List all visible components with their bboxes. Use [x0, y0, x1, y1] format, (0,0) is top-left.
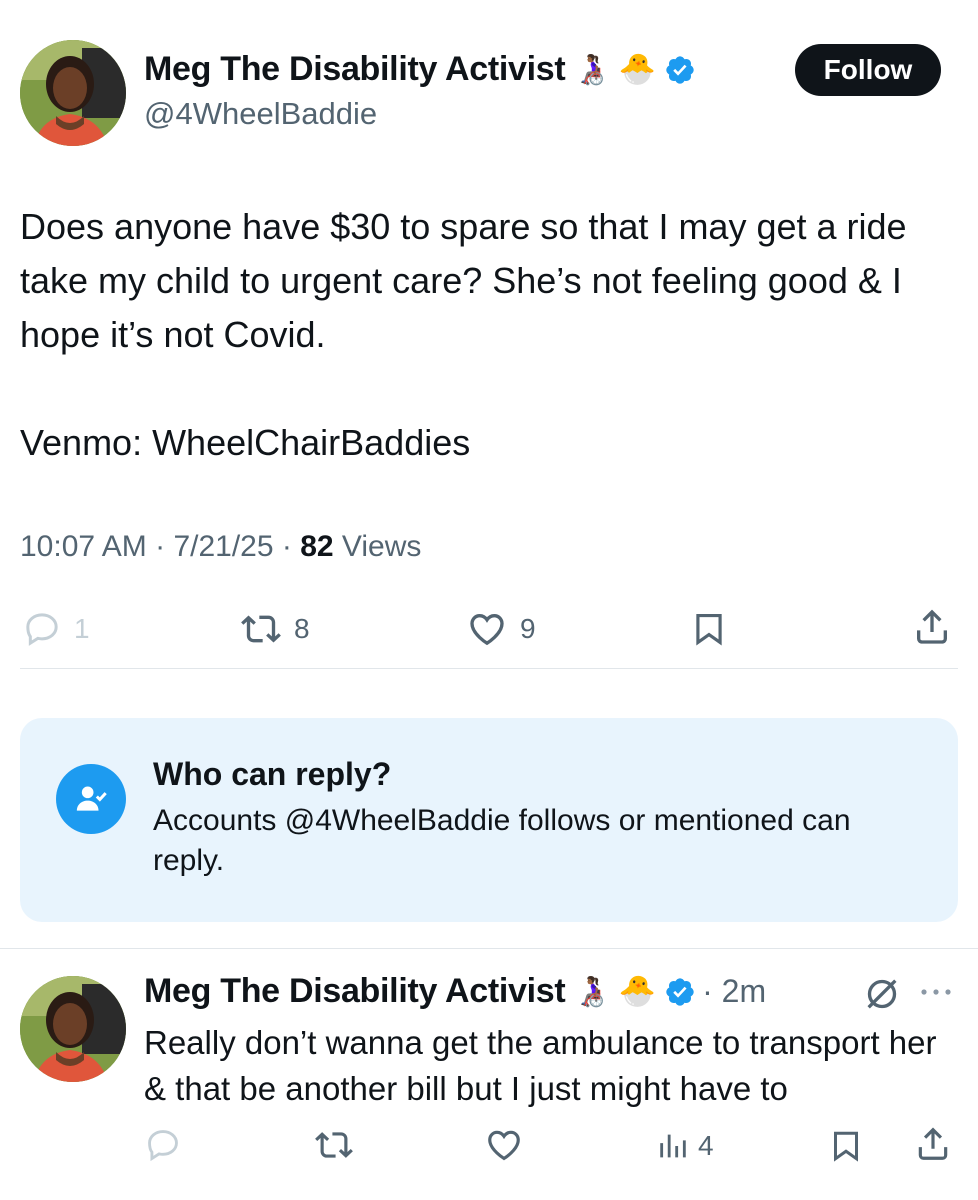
reply-count: 1 [74, 613, 90, 644]
verified-badge-icon[interactable] [664, 976, 696, 1008]
reply-icon [26, 613, 58, 646]
reply-icon [148, 1130, 178, 1162]
author-display-name[interactable]: Meg The Disability Activist [144, 50, 566, 89]
verified-badge-icon[interactable] [664, 54, 696, 86]
hatching-chick-emoji: 🐣 [618, 973, 657, 1009]
share-action[interactable] [912, 606, 952, 648]
reply-divider [0, 948, 978, 949]
retweet-count: 8 [294, 613, 310, 644]
heart-icon [470, 613, 504, 646]
reply-bookmark-action[interactable] [828, 1126, 864, 1166]
retweet-action[interactable]: 8 [240, 609, 310, 649]
follow-button[interactable]: Follow [795, 44, 941, 96]
bookmark-action[interactable] [690, 608, 728, 650]
heart-icon [488, 1130, 520, 1161]
tweet-time[interactable]: 10:07 AM [20, 530, 147, 563]
like-count: 9 [520, 613, 536, 644]
reply-author-display-name[interactable]: Meg The Disability Activist [144, 972, 566, 1011]
reply-action[interactable]: 1 [22, 609, 90, 649]
like-action[interactable]: 9 [466, 609, 536, 649]
analytics-icon [660, 1134, 686, 1158]
more-options-icon[interactable] [918, 980, 954, 1009]
tweet-date[interactable]: 7/21/25 [173, 530, 273, 563]
meta-separator: · [146, 530, 174, 563]
meta-separator: · [273, 530, 301, 563]
tweet-text: Does anyone have $30 to spare so that I … [20, 206, 907, 463]
reply-text: Really don’t wanna get the ambulance to … [144, 1024, 937, 1107]
share-icon [917, 609, 947, 644]
reply-time-ago[interactable]: · 2m [702, 973, 766, 1010]
retweet-icon [241, 615, 281, 643]
author-avatar[interactable] [20, 40, 126, 146]
views-count: 82 [300, 530, 334, 563]
reply-views-action[interactable]: 4 [656, 1128, 714, 1164]
reply-author-avatar[interactable] [20, 976, 126, 1082]
views-label: Views [333, 530, 422, 563]
reply-reply-action[interactable] [144, 1126, 182, 1164]
retweet-icon [315, 1132, 353, 1158]
bookmark-icon [696, 613, 722, 646]
actions-divider [20, 668, 958, 669]
tweet-meta: 10:07 AM · 7/21/25 · 82 Views [20, 530, 421, 564]
wheelchair-emoji: 👩🏾‍🦽 [573, 973, 611, 1009]
author-name-row: Meg The Disability Activist 👩🏾‍🦽 🐣 [144, 50, 696, 89]
reply-retweet-action[interactable] [314, 1126, 354, 1164]
wheelchair-emoji: 👩🏾‍🦽 [573, 51, 611, 87]
share-icon [918, 1127, 948, 1160]
author-handle[interactable]: @4WheelBaddie [144, 96, 377, 132]
reply-name-row: Meg The Disability Activist 👩🏾‍🦽 🐣 · 2m [144, 972, 766, 1011]
reply-views-count: 4 [698, 1130, 714, 1161]
who-can-reply-title: Who can reply? [153, 756, 392, 792]
hatching-chick-emoji: 🐣 [618, 51, 657, 87]
who-can-reply-description: Accounts @4WheelBaddie follows or mentio… [153, 804, 851, 877]
reply-share-action[interactable] [914, 1124, 952, 1164]
grok-icon[interactable] [862, 974, 902, 1019]
reply-like-action[interactable] [484, 1126, 524, 1164]
person-check-icon [56, 764, 126, 834]
bookmark-icon [834, 1131, 858, 1162]
